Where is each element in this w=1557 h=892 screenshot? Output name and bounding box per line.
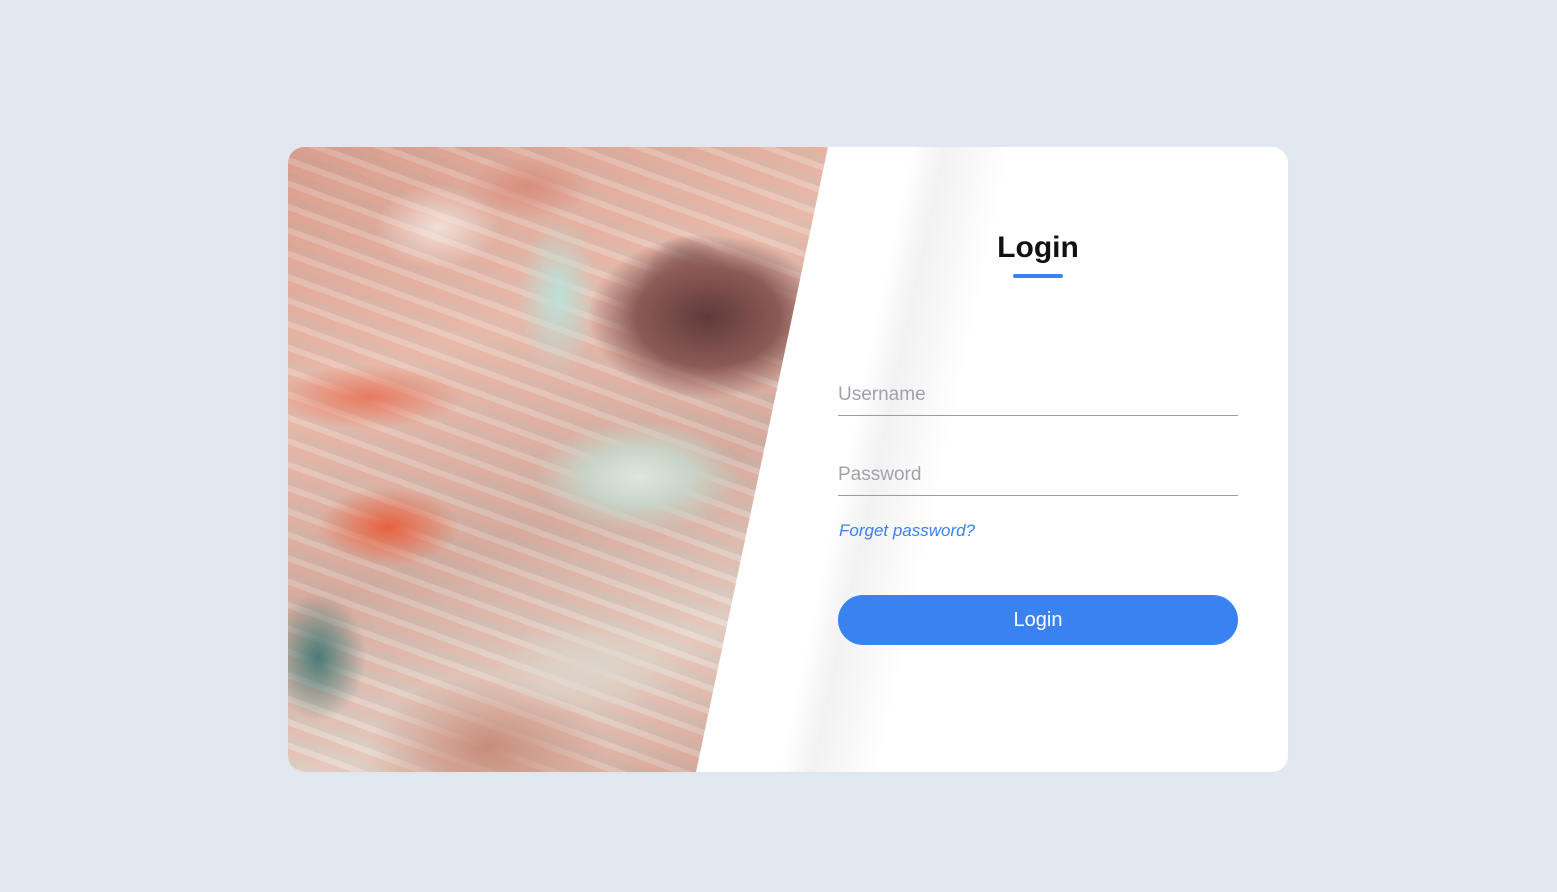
password-input[interactable] (838, 455, 1238, 496)
login-button[interactable]: Login (838, 595, 1238, 645)
login-form: Login Forget password? Login (838, 147, 1238, 772)
page-title: Login (997, 231, 1079, 264)
login-card: Login Forget password? Login (288, 147, 1288, 772)
username-input[interactable] (838, 375, 1238, 416)
forget-password-link[interactable]: Forget password? (839, 521, 975, 541)
title-underline (1013, 274, 1063, 278)
marble-artwork-image (288, 147, 828, 772)
